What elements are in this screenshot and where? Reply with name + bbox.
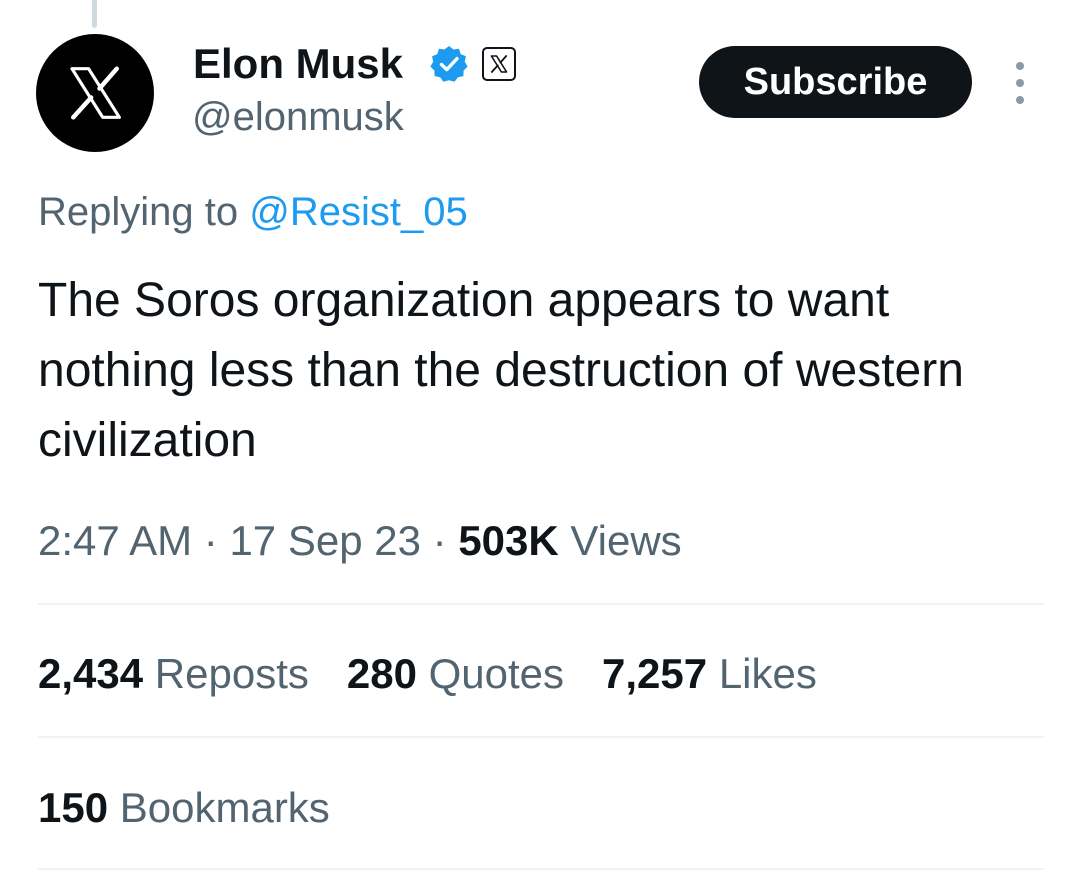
replying-prefix: Replying to bbox=[38, 190, 239, 234]
divider bbox=[38, 736, 1044, 738]
thread-connector-line bbox=[92, 0, 97, 28]
views-count: 503K bbox=[458, 517, 559, 564]
meta-separator: · bbox=[432, 517, 447, 564]
reply-mention-link[interactable]: @Resist_05 bbox=[249, 190, 467, 234]
likes-count: 7,257 bbox=[602, 650, 708, 697]
author-handle[interactable]: @elonmusk bbox=[192, 92, 404, 142]
reposts-count: 2,434 bbox=[38, 650, 144, 697]
more-vertical-icon[interactable] bbox=[1008, 62, 1032, 104]
quotes-count: 280 bbox=[346, 650, 417, 697]
tweet-time[interactable]: 2:47 AM bbox=[38, 517, 192, 564]
bookmarks-label: Bookmarks bbox=[119, 784, 330, 831]
more-dot bbox=[1016, 79, 1024, 87]
meta-separator: · bbox=[203, 517, 218, 564]
likes-stat[interactable]: 7,257 Likes bbox=[602, 646, 817, 702]
bookmarks-count: 150 bbox=[38, 784, 109, 831]
tweet-meta: 2:47 AM · 17 Sep 23 · 503K Views bbox=[38, 514, 682, 568]
likes-label: Likes bbox=[718, 650, 817, 697]
tweet-text: The Soros organization appears to want n… bbox=[38, 274, 964, 467]
x-logo-icon bbox=[70, 66, 121, 120]
subscribe-button[interactable]: Subscribe bbox=[699, 46, 972, 118]
avatar[interactable] bbox=[36, 34, 154, 152]
bookmarks-stat[interactable]: 150 Bookmarks bbox=[38, 780, 330, 836]
engagement-stats: 2,434 Reposts 280 Quotes 7,257 Likes bbox=[38, 646, 855, 702]
divider bbox=[38, 603, 1044, 605]
views-label: Views bbox=[570, 517, 682, 564]
x-affiliate-badge-icon[interactable] bbox=[482, 47, 516, 81]
reposts-stat[interactable]: 2,434 Reposts bbox=[38, 646, 309, 702]
quotes-stat[interactable]: 280 Quotes bbox=[347, 646, 564, 702]
author-display-name[interactable]: Elon Musk bbox=[193, 38, 403, 90]
quotes-label: Quotes bbox=[428, 650, 565, 697]
divider bbox=[38, 868, 1044, 870]
more-dot bbox=[1016, 62, 1024, 70]
replying-to-line: Replying to @Resist_05 bbox=[38, 186, 468, 238]
more-dot bbox=[1016, 96, 1024, 104]
reposts-label: Reposts bbox=[154, 650, 309, 697]
tweet-date[interactable]: 17 Sep 23 bbox=[229, 517, 421, 564]
verified-badge-icon[interactable] bbox=[429, 44, 469, 84]
x-logo-icon bbox=[490, 55, 508, 73]
